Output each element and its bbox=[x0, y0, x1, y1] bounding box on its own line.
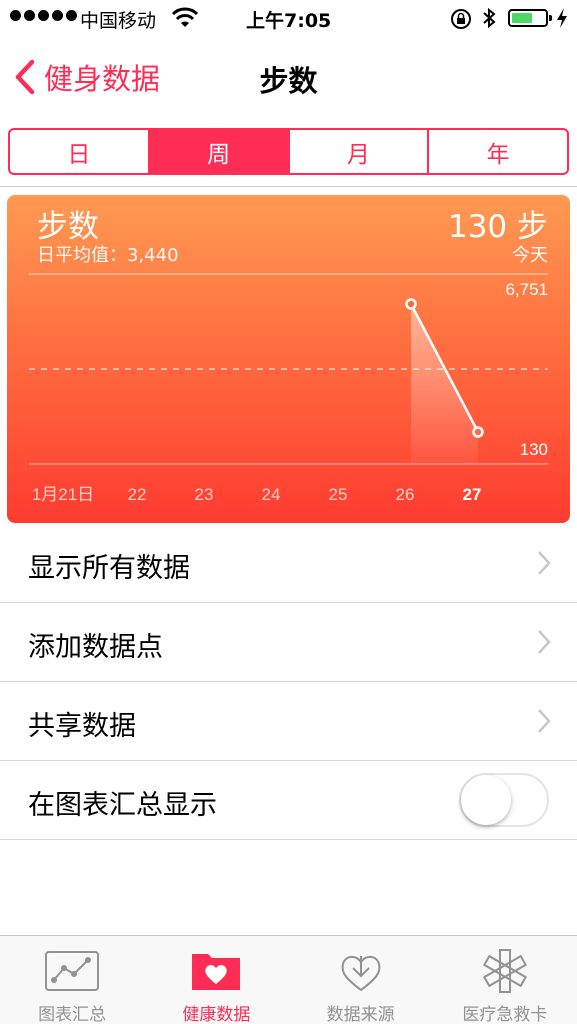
tab-dashboard[interactable]: 图表汇总 bbox=[0, 936, 144, 1024]
steps-chart-card[interactable]: 6,751 130 1月21日 22 23 24 25 26 27 步数 日平均值：3,44… bbox=[7, 195, 570, 523]
x-tick-label: 25 bbox=[329, 485, 348, 504]
chevron-right-icon bbox=[538, 709, 551, 733]
x-tick-label: 23 bbox=[195, 485, 214, 504]
steps-area bbox=[411, 304, 478, 464]
x-tick-label: 22 bbox=[128, 485, 147, 504]
download-heart-icon bbox=[341, 956, 381, 992]
divider bbox=[0, 186, 577, 187]
tab-label: 医疗急救卡 bbox=[462, 1005, 548, 1024]
segment-month[interactable]: 月 bbox=[290, 130, 430, 173]
x-tick-label: 24 bbox=[262, 485, 281, 504]
toggle-knob bbox=[461, 775, 511, 825]
options-list: 显示所有数据 添加数据点 共享数据 在图表汇总显示 bbox=[0, 524, 577, 840]
row-label: 共享数据 bbox=[28, 711, 136, 742]
segment-week[interactable]: 周 bbox=[149, 130, 290, 173]
chart-summary-icon bbox=[45, 951, 100, 991]
page-title: 步数 bbox=[259, 64, 318, 98]
tab-health-data[interactable]: 健康数据 bbox=[144, 936, 288, 1024]
signal-strength-icon bbox=[10, 10, 77, 21]
rotation-lock-icon bbox=[451, 9, 471, 29]
show-all-data-row[interactable]: 显示所有数据 bbox=[0, 524, 577, 603]
add-data-point-row[interactable]: 添加数据点 bbox=[0, 603, 577, 682]
wifi-icon bbox=[172, 7, 198, 27]
tab-bar: 图表汇总 健康数据 数据来源 医疗急救卡 bbox=[0, 935, 577, 1024]
charging-icon bbox=[557, 8, 567, 28]
row-label: 显示所有数据 bbox=[28, 553, 190, 584]
tab-label: 数据来源 bbox=[326, 1005, 395, 1024]
data-point-26 bbox=[405, 298, 417, 310]
status-bar: 中国移动 上午7:05 bbox=[0, 0, 577, 38]
today-steps-value: 130 步 bbox=[447, 209, 548, 245]
tab-sources[interactable]: 数据来源 bbox=[289, 936, 433, 1024]
tab-label: 健康数据 bbox=[182, 1005, 251, 1024]
nav-bar: 健身数据 步数 bbox=[0, 38, 577, 120]
row-label: 添加数据点 bbox=[28, 632, 163, 663]
x-tick-label: 1月21日 bbox=[32, 485, 94, 504]
show-in-dashboard-toggle[interactable] bbox=[459, 773, 549, 827]
chevron-right-icon bbox=[538, 630, 551, 654]
daily-average: 日平均值：3,440 bbox=[37, 245, 179, 266]
medical-star-icon bbox=[482, 949, 527, 993]
card-title: 步数 bbox=[37, 209, 99, 245]
share-data-row[interactable]: 共享数据 bbox=[0, 682, 577, 761]
carrier-name: 中国移动 bbox=[80, 10, 157, 32]
tab-label: 图表汇总 bbox=[38, 1005, 107, 1024]
y-min-label: 130 bbox=[520, 440, 548, 459]
health-folder-icon bbox=[192, 954, 241, 990]
y-max-label: 6,751 bbox=[505, 280, 548, 299]
segment-year[interactable]: 年 bbox=[429, 130, 567, 173]
tab-medical-id[interactable]: 医疗急救卡 bbox=[433, 936, 577, 1024]
battery-icon bbox=[508, 9, 552, 27]
x-tick-label: 26 bbox=[396, 485, 415, 504]
clock: 上午7:05 bbox=[246, 10, 332, 32]
data-point-27 bbox=[472, 426, 484, 438]
x-tick-label: 27 bbox=[463, 485, 482, 504]
segment-day[interactable]: 日 bbox=[10, 130, 150, 173]
show-in-dashboard-row: 在图表汇总显示 bbox=[0, 761, 577, 840]
bluetooth-icon bbox=[483, 7, 496, 29]
chevron-right-icon bbox=[538, 551, 551, 575]
today-label: 今天 bbox=[512, 245, 548, 266]
row-label: 在图表汇总显示 bbox=[28, 790, 217, 821]
health-steps-screen: 中国移动 上午7:05 健身数据 步数 日 周 月 年 6,751 130 1月… bbox=[0, 0, 577, 1024]
period-segmented-control: 日 周 月 年 bbox=[8, 128, 569, 175]
